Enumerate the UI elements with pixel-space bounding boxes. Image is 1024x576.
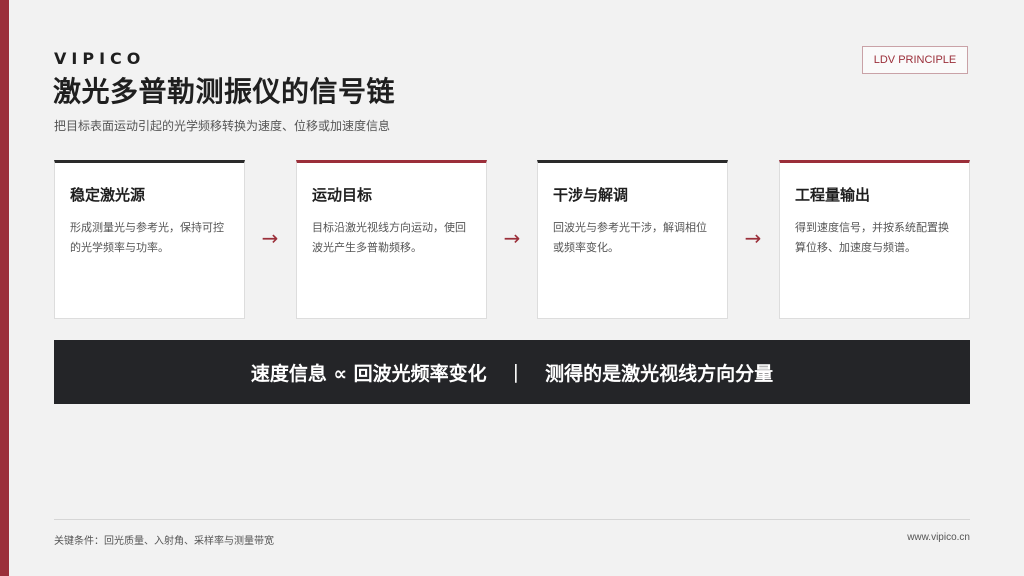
- step-description: 回波光与参考光干涉，解调相位或频率变化。: [553, 221, 707, 254]
- banner-separator: |: [512, 361, 520, 383]
- accent-bar: [0, 0, 9, 576]
- principle-tag: LDV PRINCIPLE: [862, 46, 968, 74]
- step-card-moving-target: 运动目标 目标沿激光视线方向运动，使回波光产生多普勒频移。: [296, 160, 487, 319]
- page-subtitle: 把目标表面运动引起的光学频移转换为速度、位移或加速度信息: [54, 119, 391, 133]
- arrow-right-icon: →: [261, 226, 279, 250]
- footer-note: 关键条件：回光质量、入射角、采样率与测量带宽: [54, 536, 274, 547]
- slide: VIPICO 激光多普勒测振仪的信号链 把目标表面运动引起的光学频移转换为速度、…: [0, 0, 1024, 576]
- footer-url: www.vipico.cn: [907, 532, 970, 543]
- step-card-output: 工程量输出 得到速度信号，并按系统配置换算位移、加速度与频谱。: [779, 160, 970, 319]
- step-title: 干涉与解调: [553, 186, 629, 204]
- arrow-right-icon: →: [744, 226, 762, 250]
- step-title: 运动目标: [312, 186, 373, 204]
- step-description: 目标沿激光视线方向运动，使回波光产生多普勒频移。: [312, 221, 466, 254]
- brand-logo: VIPICO: [54, 49, 146, 68]
- step-description: 得到速度信号，并按系统配置换算位移、加速度与频谱。: [795, 221, 949, 254]
- step-description: 形成测量光与参考光，保持可控的光学频率与功率。: [70, 221, 224, 254]
- banner-right-text: 测得的是激光视线方向分量: [545, 362, 774, 385]
- key-insight-banner: 速度信息 ∝ 回波光频率变化 | 测得的是激光视线方向分量: [54, 340, 970, 404]
- banner-left-text: 速度信息 ∝ 回波光频率变化: [250, 362, 487, 385]
- step-title: 工程量输出: [795, 186, 871, 204]
- step-card-interference: 干涉与解调 回波光与参考光干涉，解调相位或频率变化。: [537, 160, 728, 319]
- step-card-light-source: 稳定激光源 形成测量光与参考光，保持可控的光学频率与功率。: [54, 160, 245, 319]
- footer-divider: [54, 519, 970, 520]
- arrow-right-icon: →: [503, 226, 521, 250]
- step-title: 稳定激光源: [70, 186, 146, 204]
- page-title: 激光多普勒测振仪的信号链: [53, 75, 396, 108]
